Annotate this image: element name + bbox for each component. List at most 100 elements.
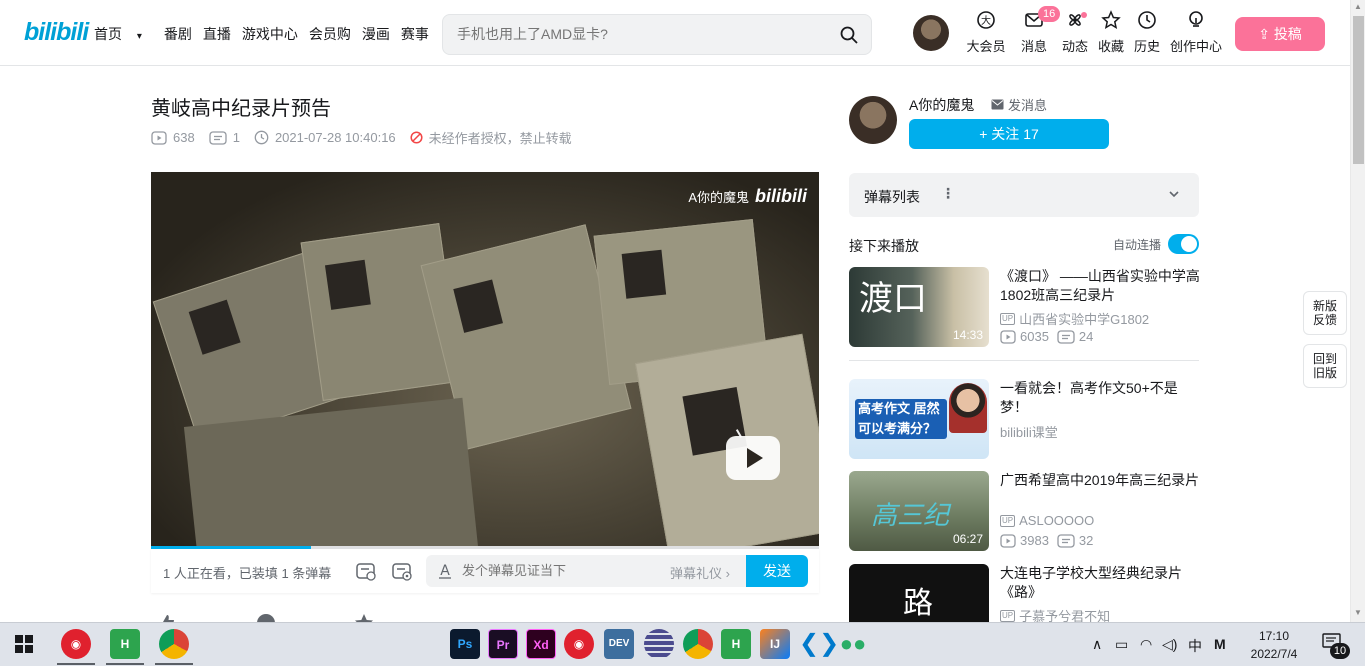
vscode-icon[interactable]: ❮❯ [799,629,839,659]
uploader-avatar[interactable] [849,96,897,144]
scroll-down-arrow-icon[interactable]: ▼ [1354,608,1362,617]
eclipse-icon[interactable] [644,629,674,659]
text-style-icon[interactable]: A [436,562,454,585]
danmaku-bar: 1 人正在看，已装填 1 条弹幕 A 弹幕礼仪 › 发送 [151,549,819,593]
tray-expand-icon[interactable]: ∧ [1092,636,1102,653]
premiere-icon[interactable]: Pr [488,629,518,659]
recommendation-title[interactable]: 广西希望高中2019年高三纪录片 [1000,471,1200,490]
recommendation-item[interactable]: 路 大连电子学校大型经典纪录片《路》 UP 子慕予兮君不知 [849,564,1199,622]
xd-icon[interactable]: Xd [526,629,556,659]
wechat-icon[interactable]: ●● [838,629,868,659]
chevron-down-icon: ▾ [136,31,142,42]
next-up-label: 接下来播放 [849,238,919,254]
page-scrollbar[interactable]: ▲ ▼ [1350,0,1365,622]
danmaku-input-box: A 弹幕礼仪 › 发送 [426,555,808,587]
send-danmaku-button[interactable]: 发送 [746,555,808,587]
video-thumbnail[interactable]: 渡口 14:33 [849,267,989,347]
video-thumbnail[interactable]: 高考作文 居然可以考满分？ [849,379,989,459]
recommendation-stats: 3983 32 [1000,533,1093,548]
recommendation-item[interactable]: 高考作文 居然可以考满分？ 一看就会！高考作文50+不是梦！ bilibili课… [849,379,1199,459]
nav-live[interactable]: 直播 [203,24,231,44]
danmaku-count-icon [1057,533,1075,548]
chrome-icon[interactable] [683,629,713,659]
recommendation-item[interactable]: 渡口 14:33 《渡口》 ——山西省实验中学高1802班高三纪录片 UP 山西省… [849,267,1200,347]
video-thumbnail[interactable]: 路 [849,564,989,622]
nav-manga[interactable]: 漫画 [362,24,390,44]
chevron-down-icon[interactable] [1167,187,1181,206]
autoplay-toggle[interactable] [1168,234,1199,254]
hbuilder-icon[interactable]: H [721,629,751,659]
video-player[interactable]: A你的魔鬼 bilibili [151,172,819,548]
recommendation-author[interactable]: UP ASLOOOOO [1000,513,1094,528]
view-count: 638 [151,130,195,145]
ime-indicator[interactable]: 中 [1188,636,1202,656]
danmaku-list-label: 弹幕列表 [864,189,920,205]
recommendation-title[interactable]: 一看就会！高考作文50+不是梦！ [1000,379,1200,417]
recommendation-item[interactable]: 高三纪 06:27 广西希望高中2019年高三纪录片 UP ASLOOOOO 39… [849,471,1199,551]
danmaku-input[interactable] [462,563,662,578]
send-message-link[interactable]: 发消息 [991,95,1047,114]
svg-text:大: 大 [981,14,991,27]
recommendation-author[interactable]: UP 山西省实验中学G1802 [1000,309,1149,328]
recommendation-title[interactable]: 《渡口》 ——山西省实验中学高1802班高三纪录片 [1000,267,1200,305]
more-options-icon[interactable]: ⋮ [941,185,955,202]
creator-center-button[interactable]: 创作中心 [1168,10,1224,55]
video-duration: 14:33 [952,328,983,342]
thumbnail-text: 渡口 [859,279,927,319]
recommendation-author[interactable]: UP 子慕予兮君不知 [1000,606,1110,622]
photoshop-icon[interactable]: Ps [450,629,480,659]
clock-icon [254,130,269,145]
wifi-icon[interactable]: ◠ [1140,636,1152,653]
bilibili-logo[interactable]: bilibili [24,18,89,47]
recommendation-stats: 6035 24 [1000,329,1093,344]
windows-start-icon[interactable] [15,635,33,658]
messages-button[interactable]: 16 消息 [1014,6,1061,55]
follow-button[interactable]: + 关注 17 [909,119,1109,149]
mail-icon [991,99,1004,110]
thumbnail-text: 高考作文 居然可以考满分？ [855,399,947,439]
nav-home[interactable]: 首页 ▾ [94,24,153,44]
intellij-icon[interactable]: IJ [760,629,790,659]
recommendation-author[interactable]: bilibili课堂 [1000,422,1058,441]
upload-button[interactable]: ⇪ 投稿 [1235,17,1325,51]
taskbar-clock[interactable]: 17:10 2022/7/4 [1246,627,1302,663]
video-thumbnail[interactable]: 高三纪 06:27 [849,471,989,551]
chrome-icon[interactable] [159,629,189,659]
volume-icon[interactable]: ◁) [1162,636,1177,653]
danmaku-settings-icon[interactable] [391,560,413,587]
svg-text:A: A [440,563,450,579]
battery-icon[interactable]: ▭ [1115,636,1128,653]
user-avatar[interactable] [913,15,949,51]
autoplay-label: 自动连播 [1113,238,1162,252]
scroll-thumb[interactable] [1353,16,1364,164]
recommendation-title[interactable]: 大连电子学校大型经典纪录片《路》 [1000,564,1199,602]
scroll-up-arrow-icon[interactable]: ▲ [1354,2,1362,11]
play-button[interactable] [726,436,780,480]
nav-anime[interactable]: 番剧 [164,24,192,44]
danmaku-toggle-icon[interactable] [355,560,377,587]
netease-music-icon[interactable]: ◉ [61,629,91,659]
nav-esports[interactable]: 赛事 [401,24,429,44]
video-duration: 06:27 [952,532,983,546]
dynamic-dot [1081,12,1087,18]
back-to-old-version-button[interactable]: 回到旧版 [1303,344,1347,388]
history-button[interactable]: 历史 [1127,10,1167,55]
danmaku-count-icon [1057,329,1075,344]
nav-shop[interactable]: 会员购 [309,24,351,44]
publish-date: 2021-07-28 10:40:16 [254,130,396,145]
new-version-feedback-button[interactable]: 新版反馈 [1303,291,1347,335]
vip-button[interactable]: 大 大会员 [966,10,1006,55]
devcpp-icon[interactable]: DEV [604,629,634,659]
search-input[interactable] [457,26,817,42]
netease-music-icon[interactable]: ◉ [564,629,594,659]
favorites-button[interactable]: 收藏 [1091,10,1131,55]
dynamic-button[interactable]: 动态 [1055,10,1095,55]
ime-mode-icon[interactable]: M [1214,636,1226,652]
play-count-icon [151,130,167,145]
hbuilder-icon[interactable]: H [110,629,140,659]
danmaku-etiquette-link[interactable]: 弹幕礼仪 › [670,563,730,582]
search-icon[interactable] [839,25,859,50]
uploader-name[interactable]: A你的魔鬼 [909,95,974,115]
danmaku-list-panel[interactable]: 弹幕列表 ⋮ [849,173,1199,217]
nav-game-center[interactable]: 游戏中心 [242,24,298,44]
